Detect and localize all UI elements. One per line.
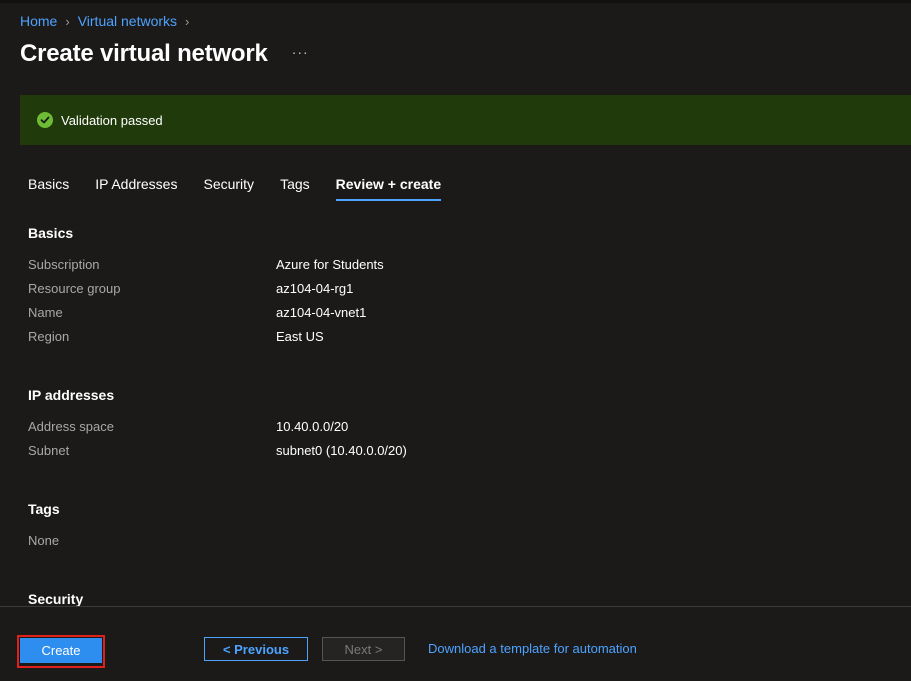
- tags-section: Tags None: [28, 501, 888, 557]
- summary-row: Name az104-04-vnet1: [28, 305, 888, 329]
- row-label: Region: [28, 329, 70, 344]
- row-label: Resource group: [28, 281, 121, 296]
- summary-row: Resource group az104-04-rg1: [28, 281, 888, 305]
- row-label: Subnet: [28, 443, 70, 458]
- row-value: 10.40.0.0/20: [276, 419, 349, 434]
- row-label: None: [28, 533, 60, 548]
- section-title: IP addresses: [28, 387, 115, 403]
- chevron-right-icon: ›: [185, 13, 190, 29]
- check-circle-icon: [37, 112, 53, 128]
- title-row: Create virtual network ···: [20, 40, 309, 68]
- row-label: Subscription: [28, 257, 100, 272]
- next-button: Next >: [322, 637, 405, 661]
- row-value: az104-04-rg1: [276, 281, 354, 296]
- tab-security[interactable]: Security: [203, 176, 254, 201]
- previous-button[interactable]: < Previous: [204, 637, 308, 661]
- breadcrumb: Home › Virtual networks ›: [20, 13, 197, 29]
- basics-section: Basics Subscription Azure for Students R…: [28, 225, 888, 353]
- row-value: subnet0 (10.40.0.0/20): [276, 443, 407, 458]
- tab-ip-addresses[interactable]: IP Addresses: [95, 176, 177, 201]
- ip-addresses-section: IP addresses Address space 10.40.0.0/20 …: [28, 387, 888, 467]
- validation-banner: Validation passed: [20, 95, 911, 145]
- row-label: Name: [28, 305, 63, 320]
- create-button-highlight: Create: [17, 635, 105, 668]
- row-value: Azure for Students: [276, 257, 384, 272]
- page-title: Create virtual network: [20, 40, 268, 67]
- create-button[interactable]: Create: [20, 638, 102, 663]
- validation-message: Validation passed: [61, 112, 163, 128]
- summary-row: Region East US: [28, 329, 888, 353]
- summary-row: Subnet subnet0 (10.40.0.0/20): [28, 443, 888, 467]
- row-value: az104-04-vnet1: [276, 305, 367, 320]
- tab-tags[interactable]: Tags: [280, 176, 310, 201]
- top-border: [0, 0, 911, 3]
- row-value: East US: [276, 329, 324, 344]
- tab-basics[interactable]: Basics: [28, 176, 69, 201]
- summary-row: Address space 10.40.0.0/20: [28, 419, 888, 443]
- section-title: Tags: [28, 501, 60, 517]
- section-title: Security: [28, 591, 84, 607]
- security-section: Security: [28, 591, 888, 607]
- section-title: Basics: [28, 225, 74, 241]
- action-footer: Create < Previous Next > Download a temp…: [0, 607, 911, 681]
- review-content: Basics Subscription Azure for Students R…: [28, 225, 888, 623]
- row-label: Address space: [28, 419, 114, 434]
- chevron-right-icon: ›: [65, 13, 70, 29]
- breadcrumb-virtual-networks-link[interactable]: Virtual networks: [78, 13, 177, 29]
- tab-bar: Basics IP Addresses Security Tags Review…: [28, 176, 467, 201]
- summary-row: Subscription Azure for Students: [28, 257, 888, 281]
- more-options-icon[interactable]: ···: [292, 44, 309, 60]
- download-template-link[interactable]: Download a template for automation: [428, 641, 637, 656]
- tab-review-create[interactable]: Review + create: [335, 176, 442, 201]
- breadcrumb-home-link[interactable]: Home: [20, 13, 57, 29]
- summary-row: None: [28, 533, 888, 557]
